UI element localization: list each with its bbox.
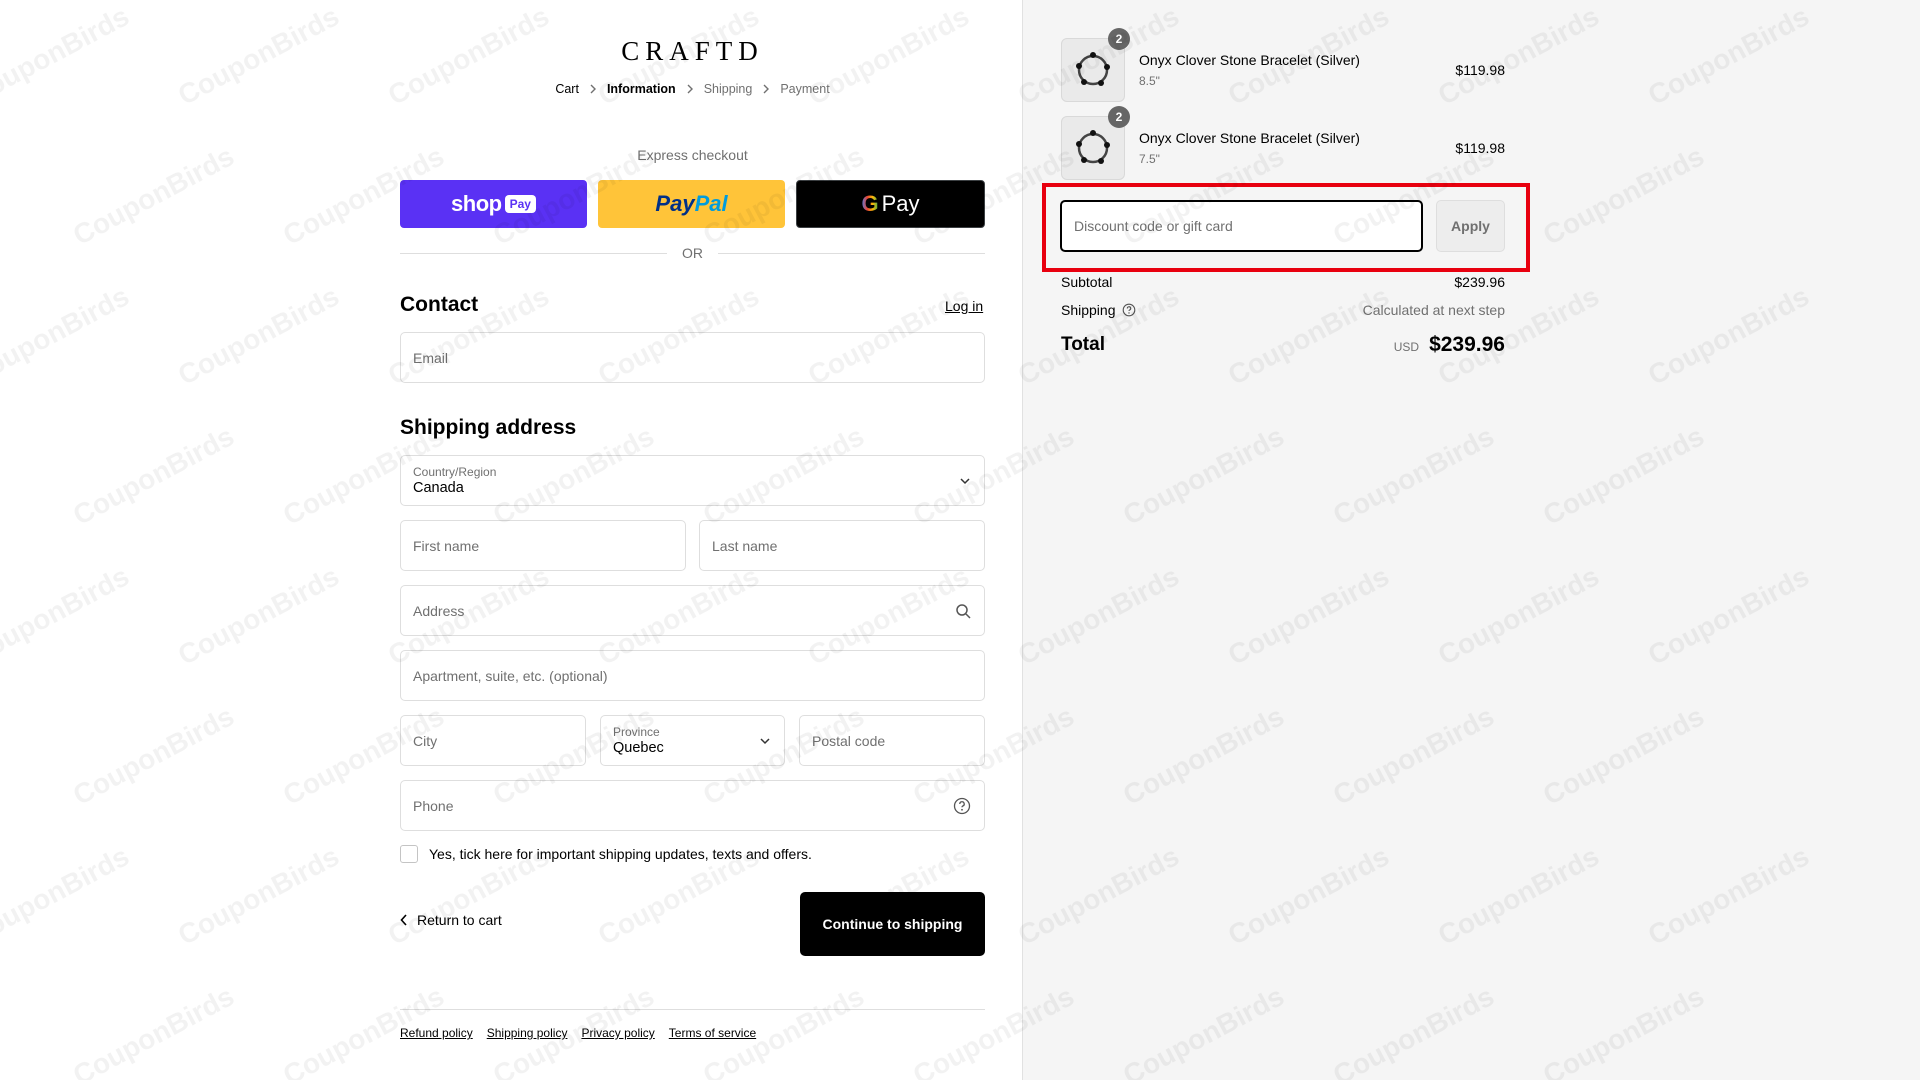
marketing-checkbox[interactable] <box>400 845 418 863</box>
province-select[interactable]: Province Quebec <box>600 715 785 766</box>
breadcrumb: Cart Information Shipping Payment <box>400 82 985 96</box>
google-pay-label: Pay <box>881 191 920 216</box>
bracelet-image-icon <box>1076 130 1110 164</box>
subtotal-value: $239.96 <box>1454 274 1505 290</box>
total-label: Total <box>1061 334 1105 355</box>
postal-code-field[interactable] <box>799 715 985 766</box>
apartment-input[interactable] <box>413 667 972 684</box>
refund-policy-link[interactable]: Refund policy <box>400 1026 473 1040</box>
total-value: $239.96 <box>1429 333 1505 356</box>
bracelet-image-icon <box>1076 52 1110 86</box>
chevron-down-icon <box>759 737 771 745</box>
breadcrumb-information: Information <box>606 82 676 96</box>
first-name-input[interactable] <box>413 537 673 554</box>
shop-pay-logo: shop <box>451 191 502 216</box>
marketing-opt-in[interactable]: Yes, tick here for important shipping up… <box>400 845 812 863</box>
quantity-badge: 2 <box>1108 28 1130 50</box>
subtotal-label: Subtotal <box>1061 274 1113 290</box>
last-name-input[interactable] <box>712 537 972 554</box>
chevron-right-icon <box>686 84 694 94</box>
email-input[interactable] <box>413 349 972 366</box>
login-link[interactable]: Log in <box>945 298 983 314</box>
total-currency: USD <box>1393 340 1420 354</box>
or-divider: OR <box>400 245 985 261</box>
terms-of-service-link[interactable]: Terms of service <box>669 1026 756 1040</box>
province-label: Province <box>613 724 660 739</box>
item-name: Onyx Clover Stone Bracelet (Silver) <box>1139 52 1360 68</box>
apply-discount-button[interactable]: Apply <box>1436 200 1505 252</box>
item-variant: 7.5" <box>1139 152 1160 166</box>
chevron-left-icon <box>400 914 407 926</box>
google-g-icon: G <box>861 191 879 216</box>
express-checkout-label: Express checkout <box>637 147 748 163</box>
country-value: Canada <box>413 479 464 496</box>
return-to-cart-link[interactable]: Return to cart <box>400 912 502 928</box>
shop-pay-badge: Pay <box>504 195 536 213</box>
shop-pay-button[interactable]: shop Pay <box>400 180 587 228</box>
province-value: Quebec <box>613 739 664 756</box>
paypal-logo-part2: Pal <box>694 191 728 216</box>
store-logo[interactable]: CRAFTD <box>400 36 985 67</box>
last-name-field[interactable] <box>699 520 985 571</box>
chevron-right-icon <box>589 84 597 94</box>
cart-item: 2 Onyx Clover Stone Bracelet (Silver) 7.… <box>1061 106 1505 180</box>
paypal-button[interactable]: Pay Pal <box>598 180 785 228</box>
country-label: Country/Region <box>413 464 497 479</box>
breadcrumb-cart[interactable]: Cart <box>555 82 579 96</box>
city-field[interactable] <box>400 715 586 766</box>
help-icon[interactable] <box>1122 303 1136 317</box>
address-field[interactable] <box>400 585 985 636</box>
divider-line <box>718 252 985 254</box>
chevron-right-icon <box>762 84 770 94</box>
item-variant: 8.5" <box>1139 74 1160 88</box>
item-price: $119.98 <box>1455 62 1505 78</box>
paypal-logo-part1: Pay <box>655 191 695 216</box>
apartment-field[interactable] <box>400 650 985 701</box>
shipping-value: Calculated at next step <box>1362 302 1505 318</box>
first-name-field[interactable] <box>400 520 686 571</box>
discount-code-field[interactable] <box>1060 200 1423 252</box>
footer-links: Refund policy Shipping policy Privacy po… <box>400 1026 756 1040</box>
express-checkout-buttons: shop Pay Pay Pal G Pay <box>400 180 985 228</box>
cart-item: 2 Onyx Clover Stone Bracelet (Silver) 8.… <box>1061 28 1505 102</box>
privacy-policy-link[interactable]: Privacy policy <box>581 1026 654 1040</box>
continue-to-shipping-button[interactable]: Continue to shipping <box>800 892 985 956</box>
city-input[interactable] <box>413 732 573 749</box>
google-pay-button[interactable]: G Pay <box>796 180 985 228</box>
shipping-label: Shipping <box>1061 302 1116 318</box>
country-select[interactable]: Country/Region Canada <box>400 455 985 506</box>
shipping-address-title: Shipping address <box>400 416 577 439</box>
total-row: Total USD $239.96 <box>1061 333 1505 357</box>
breadcrumb-shipping: Shipping <box>703 82 753 96</box>
footer-divider <box>400 1009 985 1010</box>
help-icon[interactable] <box>953 797 971 815</box>
shipping-row: Shipping Calculated at next step <box>1061 302 1505 318</box>
marketing-opt-in-label: Yes, tick here for important shipping up… <box>429 846 812 862</box>
item-price: $119.98 <box>1455 140 1505 156</box>
contact-title: Contact <box>400 293 479 316</box>
divider-line <box>400 252 667 254</box>
postal-code-input[interactable] <box>812 732 972 749</box>
breadcrumb-payment: Payment <box>780 82 830 96</box>
phone-field[interactable] <box>400 780 985 831</box>
item-name: Onyx Clover Stone Bracelet (Silver) <box>1139 130 1360 146</box>
checkout-form-panel: CRAFTD Cart Information Shipping Payment… <box>0 0 1022 1080</box>
discount-code-input[interactable] <box>1074 218 1409 234</box>
return-to-cart-label: Return to cart <box>417 912 502 928</box>
shipping-policy-link[interactable]: Shipping policy <box>487 1026 568 1040</box>
or-text: OR <box>682 245 703 261</box>
search-icon[interactable] <box>955 603 971 619</box>
chevron-down-icon <box>959 477 971 485</box>
quantity-badge: 2 <box>1108 106 1130 128</box>
phone-input[interactable] <box>413 797 972 814</box>
address-input[interactable] <box>413 602 972 619</box>
subtotal-row: Subtotal $239.96 <box>1061 274 1505 290</box>
email-field[interactable] <box>400 332 985 383</box>
